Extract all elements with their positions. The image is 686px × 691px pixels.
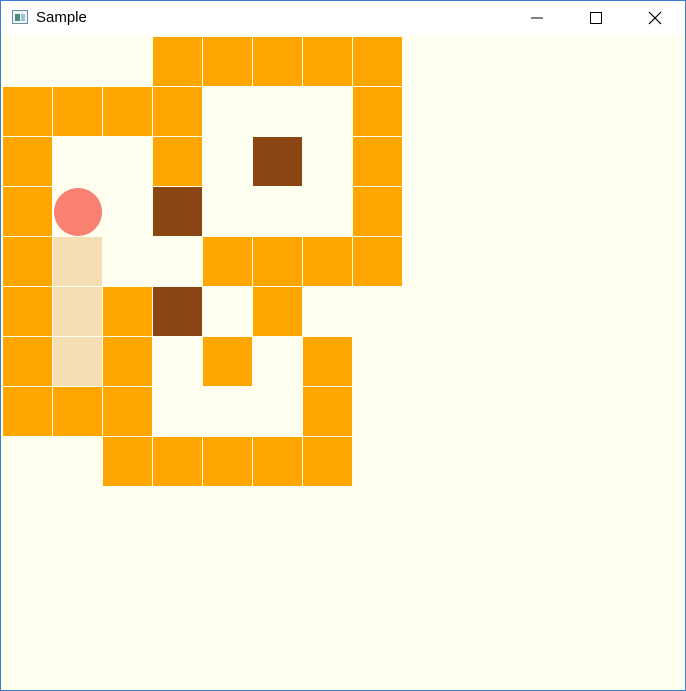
wall-tile bbox=[53, 87, 102, 136]
wall-tile bbox=[53, 387, 102, 436]
wall-tile bbox=[3, 387, 52, 436]
wall-tile bbox=[353, 137, 402, 186]
wall-tile bbox=[203, 37, 252, 86]
goal-tile bbox=[53, 287, 102, 336]
wall-tile bbox=[103, 387, 152, 436]
wall-tile bbox=[3, 237, 52, 286]
window-title: Sample bbox=[36, 9, 87, 26]
wall-tile bbox=[103, 287, 152, 336]
box-tile bbox=[153, 187, 202, 236]
box-tile bbox=[153, 287, 202, 336]
wall-tile bbox=[103, 437, 152, 486]
wall-tile bbox=[303, 237, 352, 286]
wall-tile bbox=[153, 137, 202, 186]
minimize-button[interactable] bbox=[508, 1, 566, 35]
wall-tile bbox=[203, 437, 252, 486]
wall-tile bbox=[303, 387, 352, 436]
wall-tile bbox=[3, 287, 52, 336]
goal-tile bbox=[53, 337, 102, 386]
game-board[interactable] bbox=[1, 35, 685, 690]
wall-tile bbox=[3, 187, 52, 236]
title-bar[interactable]: Sample bbox=[1, 1, 685, 35]
box-tile bbox=[253, 137, 302, 186]
wall-tile bbox=[303, 337, 352, 386]
wall-tile bbox=[253, 37, 302, 86]
wall-tile bbox=[103, 337, 152, 386]
wall-tile bbox=[153, 437, 202, 486]
wall-tile bbox=[3, 87, 52, 136]
app-window: Sample bbox=[0, 0, 686, 691]
wall-tile bbox=[253, 287, 302, 336]
wall-tile bbox=[153, 37, 202, 86]
wall-tile bbox=[253, 437, 302, 486]
wall-tile bbox=[303, 437, 352, 486]
maximize-button[interactable] bbox=[567, 1, 625, 35]
wall-tile bbox=[203, 337, 252, 386]
player bbox=[54, 188, 102, 236]
wall-tile bbox=[353, 37, 402, 86]
wall-tile bbox=[353, 87, 402, 136]
wall-tile bbox=[303, 37, 352, 86]
wall-tile bbox=[153, 87, 202, 136]
goal-tile bbox=[53, 237, 102, 286]
wall-tile bbox=[103, 87, 152, 136]
wall-tile bbox=[203, 237, 252, 286]
minimize-icon bbox=[531, 17, 543, 19]
app-icon bbox=[12, 10, 28, 24]
maximize-icon bbox=[590, 12, 602, 24]
wall-tile bbox=[353, 237, 402, 286]
close-button[interactable] bbox=[626, 1, 684, 35]
wall-tile bbox=[353, 187, 402, 236]
close-icon bbox=[648, 11, 662, 25]
wall-tile bbox=[253, 237, 302, 286]
wall-tile bbox=[3, 137, 52, 186]
wall-tile bbox=[3, 337, 52, 386]
